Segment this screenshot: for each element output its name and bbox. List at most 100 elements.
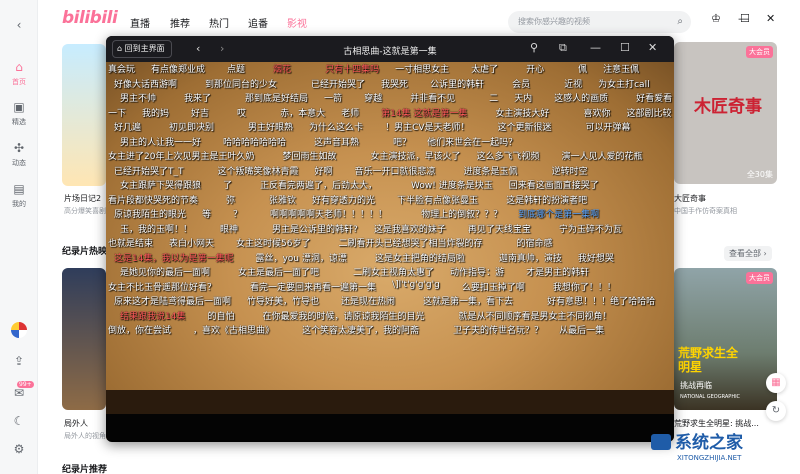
card-poster-right-bottom[interactable]: 大会员 荒野求生全明星 挑战再临 NATIONAL GEOGRAPHIC	[674, 268, 777, 410]
danmaku-comment: 看片段都快哭死的节奏	[108, 195, 199, 206]
danmaku-comment: 竹导好美，竹导也	[247, 297, 320, 307]
danmaku-comment: 公诉里的韩轩	[430, 79, 485, 90]
danmaku-comment: 女主这时候56岁了	[236, 239, 311, 249]
danmaku-comment: 佩	[578, 65, 588, 75]
danmaku-comment: 宁为玉碎不为瓦	[558, 224, 622, 235]
danmaku-comment: 会员	[512, 79, 531, 90]
poster-sub: 挑战再临	[680, 381, 712, 390]
pip-icon[interactable]: ⧉	[559, 41, 567, 55]
danmaku-comment: 演一人见人爱的花瓶	[561, 152, 643, 162]
danmaku-comment: 我来了	[184, 94, 212, 104]
see-all-button[interactable]: 查看全部 ›	[724, 246, 772, 261]
watermark-url: XITONGZHIJIA.NET	[677, 454, 742, 462]
skin-icon[interactable]: ♔	[711, 12, 721, 25]
card-poster-right-top[interactable]: 大会员 木匠奇事 全30集	[674, 42, 777, 184]
card-sub-left-bottom: 局外人的视角	[64, 432, 106, 440]
refresh-icon[interactable]: ↻	[766, 401, 786, 421]
danmaku-comment: 啊啊啊啊啊天老师！！！！！	[270, 210, 388, 220]
danmaku-comment: 点题	[227, 65, 246, 75]
danmaku-comment: 再见了天线宝宝	[467, 224, 531, 235]
tv-icon[interactable]: ▤	[0, 182, 38, 196]
danmaku-comment: 哈哈哈哈哈哈哈	[223, 137, 287, 148]
pinwheel-icon[interactable]: ✣	[0, 141, 38, 155]
gear-icon[interactable]: ⚙	[0, 442, 38, 456]
sidebar-item-dynamic[interactable]: 动态	[0, 158, 38, 168]
maximize-icon[interactable]: ☐	[620, 41, 630, 54]
danmaku-comment: 有点像郑业成	[151, 65, 206, 75]
danmaku-comment: 好几遍	[114, 123, 142, 133]
danmaku-comment: 的自怕	[207, 311, 235, 322]
search-input[interactable]: 搜索你感兴趣的视频 ⌕	[508, 11, 691, 33]
danmaku-comment: 原谅我陌生的眼光	[114, 210, 187, 220]
danmaku-comment: 男主不帅	[120, 94, 157, 104]
home-icon[interactable]: ⌂	[0, 60, 38, 74]
sidebar-item-featured[interactable]: 精选	[0, 117, 38, 127]
maximize-button[interactable]: ☐	[740, 12, 750, 25]
danmaku-comment: 那到底是好结局	[245, 94, 309, 104]
danmaku-comment: 露丝，you 漂洞，谅漂	[255, 253, 347, 264]
calendar-icon[interactable]: ▦	[766, 373, 786, 393]
danmaku-comment: 表白小网天	[169, 239, 215, 249]
sidebar: ‹ ⌂ 首页 ▣ 精选 ✣ 动态 ▤ 我的 ⇪ ✉ 99+ ☾ ⚙	[0, 0, 38, 474]
search-placeholder: 搜索你感兴趣的视频	[518, 17, 590, 26]
message-icon[interactable]: ✉	[0, 386, 38, 400]
danmaku-comment: 这个笑容太凄美了，我的阿斋	[302, 326, 420, 336]
card-title-left-top[interactable]: 片场日记2	[64, 193, 101, 204]
danmaku-comment: 好像大话西游啊	[114, 79, 178, 90]
danmaku-comment: 女主不比玉骨遥那位好看？	[108, 282, 217, 293]
danmaku-comment: 开心	[526, 65, 545, 75]
danmaku-comment: 烟花	[273, 65, 292, 75]
card-poster-left-top[interactable]	[62, 44, 106, 186]
close-icon[interactable]: ✕	[648, 41, 657, 54]
danmaku-comment: 女主跟萨下哭得跟狼	[120, 181, 202, 191]
danmaku-comment: 穿越	[364, 94, 383, 104]
search-icon[interactable]: ⌕	[677, 11, 683, 33]
pin-icon[interactable]: ⚲	[530, 41, 538, 54]
tab-bangumi[interactable]: 追番	[248, 15, 268, 30]
danmaku-comment: 回来看这画面直接哭了	[508, 181, 599, 191]
danmaku-comment: 二	[489, 94, 499, 104]
danmaku-comment: 逆转时空	[551, 166, 588, 177]
danmaku-comment: 好吉	[191, 108, 210, 119]
danmaku-comment: 初见即决别	[169, 123, 215, 133]
danmaku-comment: 可以开弹幕	[585, 123, 631, 133]
card-title-left-bottom[interactable]: 局外人	[64, 418, 88, 429]
moon-icon[interactable]: ☾	[0, 414, 38, 428]
danmaku-comment: 眼神	[220, 224, 239, 235]
watermark: 系统之家 XITONGZHIJIA.NET	[645, 424, 800, 474]
danmaku-comment: 这么多飞飞视频	[476, 152, 540, 162]
tab-hot[interactable]: 热门	[209, 15, 229, 30]
tab-movie[interactable]: 影视	[287, 15, 307, 30]
danmaku-comment: 已经开始哭了	[311, 79, 366, 90]
danmaku-comment: 一寸相思女主	[395, 65, 450, 75]
avatar[interactable]	[11, 322, 27, 338]
danmaku-comment: 也就是结束	[108, 239, 154, 249]
danmaku-comment: ？	[233, 210, 243, 220]
danmaku-comment: 为什么这么卡	[309, 123, 364, 133]
danmaku-comment: 这是韩轩的扮演者吧	[506, 195, 588, 206]
card-title-right-top[interactable]: 大匠奇事	[674, 193, 706, 204]
danmaku-comment: 赤，本意大	[280, 108, 326, 119]
sidebar-item-home[interactable]: 首页	[0, 77, 38, 87]
sidebar-item-mine[interactable]: 我的	[0, 199, 38, 209]
minimize-icon[interactable]: —	[590, 41, 601, 54]
bookmark-icon[interactable]: ▣	[0, 100, 38, 114]
danmaku-comment: 这部剧比较	[626, 108, 672, 119]
upload-icon[interactable]: ⇪	[0, 354, 38, 368]
close-button[interactable]: ✕	[766, 12, 775, 25]
danmaku-comment: 这感人的画质	[554, 94, 609, 104]
danmaku-comment: 还是现在热闹	[341, 297, 396, 307]
player-title: 古相思曲-这就是第一集	[343, 47, 437, 57]
danmaku-comment: 到底哪个是第一集啊	[518, 210, 600, 220]
danmaku-comment: 这声音耳熟	[314, 137, 360, 148]
danmaku-comment: 物理上的倒叙？？？	[421, 210, 503, 220]
danmaku-comment: 这是女主把角的结局啦	[374, 253, 465, 264]
card-poster-left-bottom[interactable]	[62, 268, 106, 410]
watermark-logo	[651, 434, 671, 450]
tab-live[interactable]: 直播	[130, 15, 150, 30]
danmaku-comment: ！男主CV是天老师！	[385, 123, 470, 133]
back-arrow-icon[interactable]: ‹	[0, 18, 38, 32]
bilibili-logo[interactable]: bilibili	[62, 8, 118, 28]
tab-recommend[interactable]: 推荐	[170, 15, 190, 30]
vip-badge: 大会员	[746, 46, 773, 58]
